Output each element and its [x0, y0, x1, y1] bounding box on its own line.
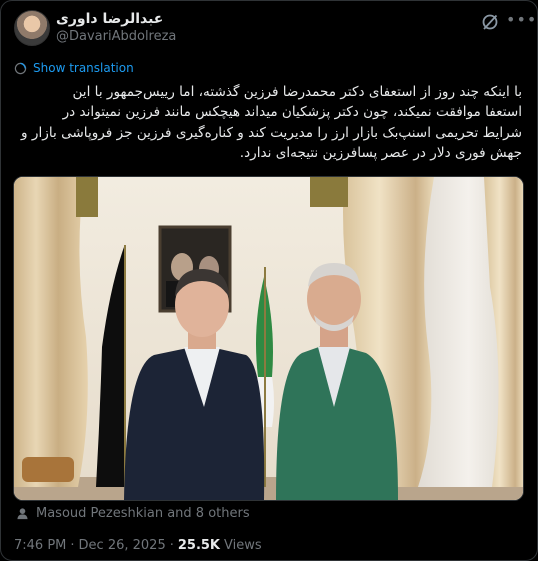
- person-icon: [17, 508, 28, 520]
- avatar[interactable]: [14, 10, 50, 46]
- meta-separator: ·: [169, 538, 174, 553]
- author-handle[interactable]: @DavariAbdolreza: [56, 29, 176, 44]
- tweet-date[interactable]: Dec 26, 2025: [79, 538, 166, 553]
- meta-separator: ·: [70, 538, 75, 553]
- grok-icon[interactable]: [480, 12, 500, 32]
- views-count: 25.5K: [177, 538, 221, 553]
- likes-text[interactable]: Masoud Pezeshkian and 8 others: [36, 506, 250, 521]
- tweet-time[interactable]: 7:46 PM: [14, 538, 66, 553]
- tweet-line: جهش فوری دلار در عصر پسافرزین نتیجه‌ای ن…: [239, 145, 522, 162]
- photo-illustration: [14, 177, 523, 500]
- tweet-line: استعفا موافقت نمیکند، چون دکتر پزشکیان م…: [62, 104, 522, 121]
- views-label: Views: [224, 538, 262, 553]
- tweet-line: با اینکه چند روز از استعفای دکتر محمدرضا…: [72, 84, 522, 100]
- tweet-line: شرایط تحریمی اسنپ‌بک بازار ارز را مدیریت…: [21, 124, 522, 141]
- tweet-meta: 7:46 PM · Dec 26, 2025 · 25.5K Views: [14, 538, 262, 553]
- show-translation[interactable]: Show translation: [14, 61, 134, 75]
- tweet-photo[interactable]: [13, 176, 524, 501]
- author-name[interactable]: عبدالرضا داوری: [56, 11, 163, 27]
- show-translation-link[interactable]: Show translation: [33, 61, 134, 75]
- tweet-text: با اینکه چند روز از استعفای دکتر محمدرضا…: [14, 82, 522, 164]
- translate-icon: [14, 62, 27, 74]
- likes-row[interactable]: Masoud Pezeshkian and 8 others: [16, 506, 250, 521]
- more-icon[interactable]: •••: [506, 10, 537, 29]
